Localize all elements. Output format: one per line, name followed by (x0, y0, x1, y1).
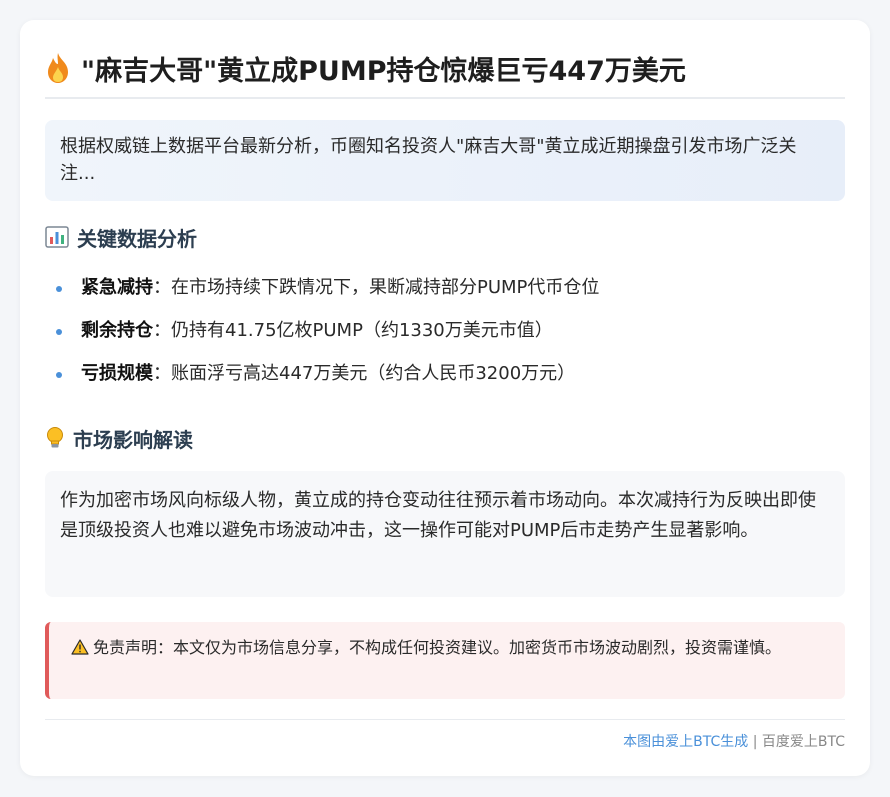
section-market-impact-title: 市场影响解读 (73, 427, 193, 452)
key-data-list: 紧急减持：在市场持续下跌情况下，果断减持部分PUMP代币仓位 剩余持仓：仍持有4… (53, 274, 845, 403)
bullet-icon (56, 286, 62, 292)
lightbulb-icon (47, 427, 63, 448)
list-item-label: 剩余持仓 (81, 320, 153, 341)
market-impact-text: 作为加密市场风向标级人物，黄立成的持仓变动往往预示着市场动向。本次减持行为反映出… (60, 490, 816, 541)
list-item-separator: ： (153, 363, 171, 384)
footer: 本图由爱上BTC生成 | 百度爱上BTC (623, 731, 845, 751)
bullet-icon (56, 329, 62, 335)
list-item-separator: ： (153, 320, 171, 341)
title-divider (45, 97, 845, 99)
list-item: 剩余持仓：仍持有41.75亿枚PUMP（约1330万美元市值） (53, 317, 845, 360)
article-title-text: "麻吉大哥"黄立成PUMP持仓惊爆巨亏447万美元 (81, 55, 686, 87)
footer-source: 百度爱上BTC (761, 734, 845, 750)
section-key-data-heading: 关键数据分析 (45, 222, 197, 252)
list-item-text: 仍持有41.75亿枚PUMP（约1330万美元市值） (171, 320, 553, 341)
footer-separator: | (748, 734, 762, 750)
list-item: 亏损规模：账面浮亏高达447万美元（约合人民币3200万元） (53, 360, 845, 403)
list-item-separator: ： (153, 277, 171, 298)
intro-text: 根据权威链上数据平台最新分析，币圈知名投资人"麻吉大哥"黄立成近期操盘引发市场广… (60, 136, 797, 184)
fire-icon (48, 53, 68, 83)
list-item-text: 在市场持续下跌情况下，果断减持部分PUMP代币仓位 (171, 277, 600, 298)
bullet-icon (56, 372, 62, 378)
list-item: 紧急减持：在市场持续下跌情况下，果断减持部分PUMP代币仓位 (53, 274, 845, 317)
list-item-text: 账面浮亏高达447万美元（约合人民币3200万元） (171, 363, 576, 384)
warning-icon (71, 639, 89, 655)
list-item-label: 亏损规模 (81, 363, 153, 384)
disclaimer-box: 免责声明：本文仅为市场信息分享，不构成任何投资建议。加密货币市场波动剧烈，投资需… (45, 622, 845, 699)
article-card: "麻吉大哥"黄立成PUMP持仓惊爆巨亏447万美元 根据权威链上数据平台最新分析… (20, 20, 870, 776)
section-market-impact-heading: 市场影响解读 (45, 423, 193, 453)
disclaimer-text: 免责声明：本文仅为市场信息分享，不构成任何投资建议。加密货币市场波动剧烈，投资需… (93, 638, 782, 657)
market-impact-box: 作为加密市场风向标级人物，黄立成的持仓变动往往预示着市场动向。本次减持行为反映出… (45, 471, 845, 597)
footer-divider (45, 719, 845, 720)
chart-icon (45, 226, 69, 248)
generator-link[interactable]: 本图由爱上BTC生成 (623, 734, 748, 750)
intro-box: 根据权威链上数据平台最新分析，币圈知名投资人"麻吉大哥"黄立成近期操盘引发市场广… (45, 120, 845, 201)
article-title: "麻吉大哥"黄立成PUMP持仓惊爆巨亏447万美元 (45, 48, 845, 88)
section-key-data-title: 关键数据分析 (77, 226, 197, 251)
list-item-label: 紧急减持 (81, 277, 153, 298)
